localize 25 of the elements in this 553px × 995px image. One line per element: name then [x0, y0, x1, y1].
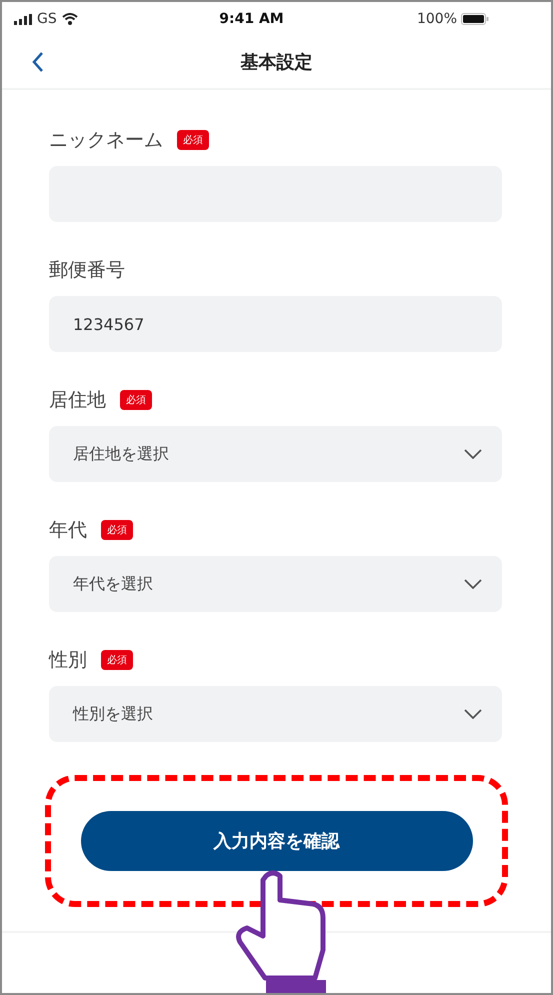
chevron-down-icon [464, 579, 482, 589]
field-label: 年代 [49, 518, 87, 543]
confirm-button[interactable]: 入力内容を確認 [80, 811, 472, 871]
signal-icon [14, 14, 32, 24]
field-label: 性別 [49, 648, 87, 673]
chevron-down-icon [464, 709, 482, 719]
chevron-down-icon [464, 449, 482, 459]
required-badge: 必須 [177, 130, 209, 150]
select-field[interactable]: 年代を選択 [49, 556, 502, 612]
screen-title: 基本設定 [240, 51, 312, 74]
select-field[interactable]: 居住地を選択 [49, 426, 502, 482]
select-field[interactable]: 性別を選択 [49, 686, 502, 742]
back-icon[interactable] [32, 51, 44, 73]
required-badge: 必須 [101, 520, 133, 540]
battery-percent: 100% [416, 11, 457, 27]
carrier-name: GS [37, 11, 57, 27]
battery-icon [461, 13, 489, 25]
field-label: 郵便番号 [49, 258, 125, 283]
wifi-icon [62, 13, 78, 25]
field-label: ニックネーム [49, 128, 163, 153]
field-label: 居住地 [49, 388, 106, 413]
required-badge: 必須 [101, 650, 133, 670]
input-field[interactable]: 1234567 [49, 296, 502, 352]
status-time: 9:41 AM [219, 11, 284, 27]
required-badge: 必須 [120, 390, 152, 410]
